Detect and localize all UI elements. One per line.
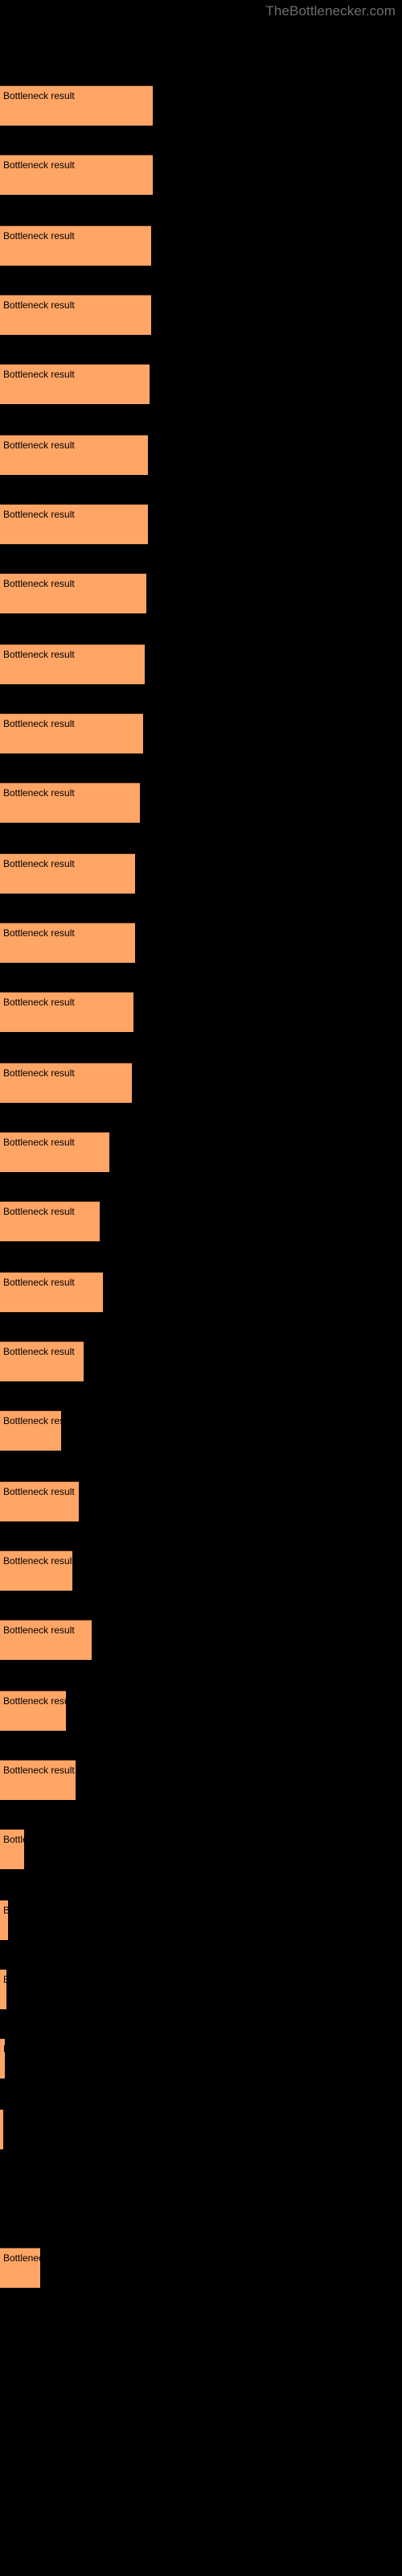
bar-label: Bottleneck result: [3, 997, 75, 1008]
bottleneck-bar: Bottleneck result: [0, 1760, 76, 1800]
bar-label: Bottleneck result: [3, 440, 75, 451]
bottleneck-bar: Bottleneck result: [0, 923, 135, 963]
bottleneck-bar: Bottleneck result: [0, 573, 146, 613]
bar-label: Bottleneck result: [3, 858, 75, 869]
bar-label: Bottleneck result: [3, 1346, 75, 1357]
bar-label: Bottleneck result: [3, 1624, 75, 1636]
bar-label: Bottleneck result: [3, 2042, 5, 2055]
bar-label: Bottleneck result: [3, 230, 75, 242]
bottleneck-bar: Bottleneck result: [0, 1132, 109, 1172]
bottleneck-bar: Bottleneck result: [0, 295, 151, 335]
bottleneck-bar: Bottleneck result: [0, 155, 153, 195]
bar-label: Bottleneck result: [3, 1486, 75, 1497]
bottleneck-bar: Bottleneck result: [0, 1201, 100, 1241]
bar-label: Bottleneck result: [3, 578, 75, 589]
bottleneck-bar: Bottleneck result: [0, 85, 153, 126]
bottleneck-bar: Bottleneck result: [0, 504, 148, 544]
chart-canvas: TheBottlenecker.com Bottleneck result Bot…: [0, 0, 402, 2576]
bottleneck-bar: Bottleneck result: [0, 1341, 84, 1381]
bar-label: Bottleneck result: [3, 1137, 75, 1148]
bar-label: Bottleneck result: [3, 509, 75, 520]
bottleneck-bar: Bottleneck result: [0, 1829, 24, 1869]
bar-label: Bottleneck result: [3, 2252, 40, 2264]
bar-label: Bottleneck result: [3, 1834, 24, 1845]
bottleneck-bar: Bottleneck result: [0, 782, 140, 823]
bottleneck-bar: Bottleneck result: [0, 2248, 40, 2288]
bar-label: Bottleneck result: [3, 1206, 75, 1217]
bottleneck-bar: Bottleneck result: [0, 1900, 8, 1940]
bar-chart-plot-area: Bottleneck result Bottleneck result Bottle…: [0, 0, 402, 2576]
bar-label: Bottleneck result: [3, 159, 75, 171]
bottleneck-bar: Bottleneck result: [0, 2109, 3, 2149]
bottleneck-bar: Bottleneck result: [0, 713, 143, 753]
bar-label: Bottleneck result: [3, 1555, 72, 1567]
bar-label: Bottleneck result: [3, 718, 75, 729]
bottleneck-bar: Bottleneck result: [0, 1620, 92, 1660]
bottleneck-bar: Bottleneck result: [0, 435, 148, 475]
bar-label: Bottleneck result: [3, 1973, 6, 1986]
bottleneck-bar: Bottleneck result: [0, 1550, 72, 1591]
bar-label: Bottleneck result: [3, 299, 75, 311]
bar-label: Bottleneck result: [3, 1277, 75, 1288]
bar-label: Bottleneck result: [3, 1695, 66, 1707]
bar-label: Bottleneck result: [3, 369, 75, 380]
bottleneck-bar: Bottleneck result: [0, 225, 151, 266]
bottleneck-bar: Bottleneck result: [0, 992, 133, 1032]
bottleneck-bar: Bottleneck result: [0, 1063, 132, 1103]
bottleneck-bar: Bottleneck result: [0, 1969, 6, 2009]
bottleneck-bar: Bottleneck result: [0, 1690, 66, 1731]
bottleneck-bar: Bottleneck result: [0, 1272, 103, 1312]
bar-label: Bottleneck result: [3, 90, 75, 101]
bottleneck-bar: Bottleneck result: [0, 2038, 5, 2079]
bar-label: Bottleneck result: [3, 1904, 8, 1917]
bar-label: Bottleneck result: [3, 787, 75, 799]
bottleneck-bar: Bottleneck result: [0, 853, 135, 894]
bar-label: Bottleneck result: [3, 1067, 75, 1079]
bottleneck-bar: Bottleneck result: [0, 364, 150, 404]
bar-label: Bottleneck result: [3, 1415, 61, 1426]
bottleneck-bar: Bottleneck result: [0, 1481, 79, 1521]
bar-label: Bottleneck result: [3, 649, 75, 660]
bottleneck-bar: Bottleneck result: [0, 644, 145, 684]
bottleneck-bar: Bottleneck result: [0, 1410, 61, 1451]
bar-label: Bottleneck result: [3, 927, 75, 939]
bar-label: Bottleneck result: [3, 1765, 75, 1776]
